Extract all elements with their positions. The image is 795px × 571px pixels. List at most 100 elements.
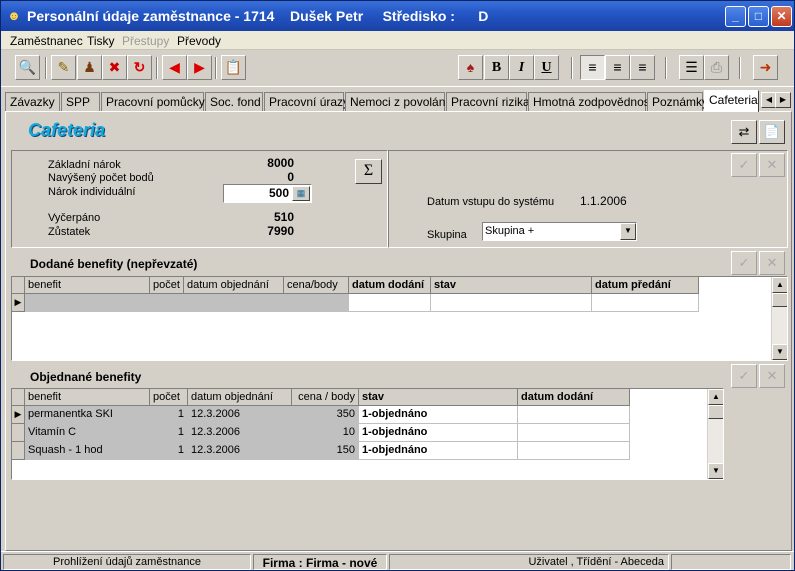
tab-scroll-right-icon[interactable]: ▶	[775, 92, 791, 108]
bold-button[interactable]: B	[484, 55, 509, 80]
col-cena-body[interactable]: cena / body	[292, 389, 359, 406]
align-center-icon[interactable]: ≡	[605, 55, 630, 80]
tab-zavazky[interactable]: Závazky	[5, 92, 60, 111]
scroll-up-icon[interactable]: ▲	[708, 389, 723, 405]
arrow-right-icon[interactable]: ▶	[187, 55, 212, 80]
empty-row-cell[interactable]	[592, 294, 699, 312]
narok-individualni-value: 500	[268, 186, 289, 200]
col-benefit[interactable]: benefit	[25, 389, 150, 406]
navyseny-pocet-label: Navýšený počet bodů	[48, 172, 154, 184]
scroll-thumb[interactable]	[772, 293, 787, 307]
objednane-scrollbar[interactable]: ▲ ▼	[707, 389, 723, 479]
app-people-icon: ☻	[7, 8, 21, 23]
tab-poznamky[interactable]: Poznámky	[647, 92, 708, 111]
align-left-icon[interactable]: ≡	[580, 55, 605, 80]
tab-pracovni-urazy[interactable]: Pracovní úrazy	[264, 92, 349, 111]
table-row-benefit[interactable]: Vitamín C	[25, 424, 150, 442]
col-pocet[interactable]: počet	[150, 389, 188, 406]
tab-spp[interactable]: SPP	[61, 92, 100, 111]
table-row-cena[interactable]: 150	[292, 442, 359, 460]
person-icon[interactable]: ♟	[77, 55, 102, 80]
tab-pracovni-rizika[interactable]: Pracovní rizika	[446, 92, 530, 111]
print-icon[interactable]: ⎙	[704, 55, 729, 80]
toolbar-separator	[739, 57, 741, 79]
col-cena-body[interactable]: cena/body	[284, 277, 349, 294]
table-row-benefit[interactable]: Squash - 1 hod	[25, 442, 150, 460]
cafeteria-page: Cafeteria ⇄ 📄 Základní nárok 8000 Navýše…	[5, 111, 792, 551]
minimize-button[interactable]: _	[725, 6, 746, 27]
underline-button[interactable]: U	[534, 55, 559, 80]
zustatek-label: Zůstatek	[48, 226, 91, 238]
table-row-pocet[interactable]: 1	[150, 406, 188, 424]
dodane-confirm-icon: ✓	[731, 251, 757, 275]
tab-hmotna-zodpovednost[interactable]: Hmotná zodpovědnost	[528, 92, 653, 111]
col-pocet[interactable]: počet	[150, 277, 184, 294]
bullet-list-icon[interactable]: ☰	[679, 55, 704, 80]
table-row-cena[interactable]: 10	[292, 424, 359, 442]
cancel-x-icon: ✕	[759, 153, 785, 177]
table-row-pocet[interactable]: 1	[150, 424, 188, 442]
scroll-up-icon[interactable]: ▲	[772, 277, 787, 293]
narok-individualni-input[interactable]: 500 ▦	[223, 184, 312, 203]
transfer-icon[interactable]: ⇄	[731, 120, 757, 144]
col-stav[interactable]: stav	[431, 277, 592, 294]
tab-nemoci-z-povolani[interactable]: Nemoci z povolání	[345, 92, 449, 111]
chevron-down-icon[interactable]: ▼	[620, 223, 636, 240]
dodane-scrollbar[interactable]: ▲ ▼	[771, 277, 787, 360]
table-row-dodani[interactable]	[518, 424, 630, 442]
table-row-datum[interactable]: 12.3.2006	[188, 406, 292, 424]
search-icon[interactable]: 🔍	[15, 55, 40, 80]
col-datum-objednani[interactable]: datum objednání	[184, 277, 284, 294]
document-list-icon[interactable]: 📋	[221, 55, 246, 80]
scroll-down-icon[interactable]: ▼	[772, 344, 787, 360]
refresh-icon[interactable]: ↻	[127, 55, 152, 80]
table-row-stav[interactable]: 1-objednáno	[359, 406, 518, 424]
arrow-left-icon[interactable]: ◀	[162, 55, 187, 80]
edit-person-icon[interactable]: ✎	[51, 55, 76, 80]
user-properties-icon[interactable]: ♠	[458, 55, 483, 80]
table-row-cena[interactable]: 350	[292, 406, 359, 424]
close-button[interactable]: ✕	[771, 6, 792, 27]
current-row-arrow-icon: ▶	[12, 406, 25, 424]
col-datum-dodani[interactable]: datum dodání	[349, 277, 431, 294]
delete-person-icon[interactable]: ✖	[102, 55, 127, 80]
page-title: Cafeteria	[28, 120, 106, 140]
menu-tisky[interactable]: Tisky	[87, 34, 115, 48]
table-row-dodani[interactable]	[518, 442, 630, 460]
copy-document-icon[interactable]: 📄	[759, 120, 785, 144]
skupina-select[interactable]: Skupina + ▼	[482, 222, 637, 241]
col-datum-objednani[interactable]: datum objednání	[188, 389, 292, 406]
calculator-icon[interactable]: ▦	[292, 186, 310, 201]
table-row-datum[interactable]: 12.3.2006	[188, 442, 292, 460]
scroll-down-icon[interactable]: ▼	[708, 463, 723, 479]
dodane-benefity-grid: benefit počet datum objednání cena/body …	[11, 276, 788, 361]
row-indicator	[12, 424, 25, 442]
col-datum-dodani[interactable]: datum dodání	[518, 389, 630, 406]
maximize-button[interactable]: □	[748, 6, 769, 27]
italic-button[interactable]: I	[509, 55, 534, 80]
objednane-confirm-icon: ✓	[731, 364, 757, 388]
skupina-label: Skupina	[427, 229, 467, 241]
sum-button[interactable]: Σ	[355, 159, 382, 184]
col-benefit[interactable]: benefit	[25, 277, 150, 294]
empty-row-cell[interactable]	[431, 294, 592, 312]
tab-soc-fond[interactable]: Soc. fond	[205, 92, 263, 111]
table-row-pocet[interactable]: 1	[150, 442, 188, 460]
col-stav[interactable]: stav	[359, 389, 518, 406]
empty-row-cell[interactable]	[349, 294, 431, 312]
table-row-stav[interactable]: 1-objednáno	[359, 424, 518, 442]
table-row-stav[interactable]: 1-objednáno	[359, 442, 518, 460]
table-row-benefit[interactable]: permanentka SKI	[25, 406, 150, 424]
menu-zamestnanec[interactable]: Zaměstnanec	[10, 34, 83, 48]
exit-door-icon[interactable]: ➜	[753, 55, 778, 80]
col-datum-predani[interactable]: datum předání	[592, 277, 699, 294]
empty-row-cell[interactable]	[25, 294, 349, 312]
tab-pracovni-pomucky[interactable]: Pracovní pomůcky	[101, 92, 205, 111]
table-row-datum[interactable]: 12.3.2006	[188, 424, 292, 442]
scroll-thumb[interactable]	[708, 405, 723, 419]
align-right-icon[interactable]: ≡	[630, 55, 655, 80]
table-row-dodani[interactable]	[518, 406, 630, 424]
zustatek-value: 7990	[267, 224, 294, 238]
tab-cafeteria[interactable]: Cafeteria	[704, 90, 759, 112]
menu-prevody[interactable]: Převody	[177, 34, 221, 48]
